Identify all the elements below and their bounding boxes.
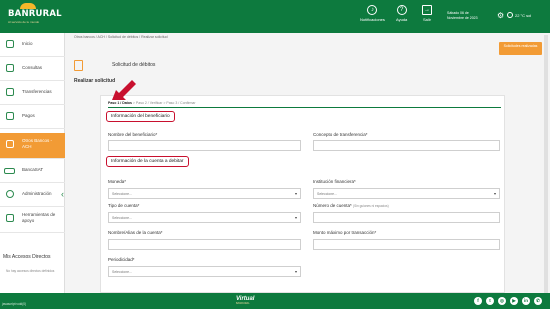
exit-icon: → (422, 5, 432, 15)
main-content: Otros bancos / ACH / Solicitud de débito… (70, 33, 548, 294)
shortcuts-title[interactable]: Mis Accesos Directos (3, 254, 51, 260)
periodicity-label: Periodicidad* (108, 257, 135, 262)
breadcrumb[interactable]: Otros bancos / ACH / Solicitud de débito… (74, 35, 168, 39)
transfer-concept-label: Concepto de transferencia* (313, 132, 368, 137)
sidebar-item-pagos[interactable]: Pagos (0, 105, 65, 129)
sidebar-item-bancasat[interactable]: BancaSAT (0, 159, 65, 183)
sidebar-item-label: Administración (22, 191, 52, 196)
admin-user-icon (6, 190, 14, 198)
document-icon (74, 60, 83, 71)
account-number-hint: (Sin guiones ni espacios) (353, 204, 389, 208)
banrural-logo[interactable]: BANRURAL Al servicio de tu mundo (8, 3, 62, 26)
step-indicator: Paso 1 / Datos > Paso 2 / Verificar > Pa… (108, 101, 196, 105)
beneficiary-name-label: Nombre del beneficiario* (108, 132, 158, 137)
status-url: javascript:void(0) (2, 302, 27, 306)
youtube-icon[interactable]: ▶ (510, 297, 518, 305)
question-icon: ? (396, 5, 407, 15)
sidebar-item-herramientas[interactable]: Herramientas de apoyo (0, 207, 65, 233)
sidebar-item-label: Otros Bancos - ACH (22, 138, 53, 149)
remaining-steps: > Paso 2 / Verificar > Paso 3 / Confirma… (131, 101, 196, 105)
sidebar-item-label: Herramientas de apoyo (22, 212, 56, 223)
requests-made-button[interactable]: Solicitudes realizadas (499, 42, 542, 55)
sidebar-item-otros-bancos[interactable]: Otros Bancos - ACH (0, 133, 65, 159)
institution-select-value: Seleccione... (317, 192, 338, 196)
institution-label: Institución financiera* (313, 179, 356, 184)
help-button[interactable]: ? Ayuda (396, 5, 407, 22)
page-title: Solicitud de débitos (112, 62, 156, 68)
notifications-button[interactable]: ♪ Notificaciones (360, 5, 385, 22)
sidebar-item-inicio[interactable]: Inicio (0, 33, 65, 57)
steps-divider (108, 107, 501, 108)
transfer-icon (6, 88, 14, 96)
sidebar-item-label: Transferencias (22, 89, 52, 94)
currency-label: Moneda* (108, 179, 127, 184)
weather-icon (507, 12, 513, 18)
tools-icon (6, 214, 14, 222)
max-amount-label: Monto máximo por transacción* (313, 230, 377, 235)
header-date: Sábado 06 de Noviembre de 2023 (447, 11, 478, 20)
beneficiary-heading: Información del beneficiario (106, 111, 175, 122)
page-scrollbar[interactable] (544, 35, 548, 294)
temperature-label: 22 °C sol (515, 13, 532, 18)
footer-brand-tag: BANRURAL (236, 302, 250, 305)
chevron-down-icon: ▾ (493, 191, 496, 196)
top-header: BANRURAL Al servicio de tu mundo ♪ Notif… (0, 0, 550, 33)
facebook-icon[interactable]: f (474, 297, 482, 305)
sidebar: Inicio Consultas Transferencias Pagos Ge… (0, 33, 65, 294)
sat-logo-icon (4, 168, 15, 174)
date-line-2: Noviembre de 2023 (447, 15, 478, 20)
footer-brand: Virtual BANRURAL (236, 296, 254, 305)
footer: javascript:void(0) Virtual BANRURAL f t … (0, 293, 550, 309)
currency-select-value: Seleccione... (112, 192, 133, 196)
exit-label: Salir (422, 17, 431, 22)
red-arrow-icon (112, 80, 136, 100)
linkedin-icon[interactable]: in (522, 297, 530, 305)
sidebar-collapse-chevron-icon[interactable]: ‹ (61, 189, 64, 199)
max-amount-input[interactable] (313, 239, 500, 250)
whatsapp-icon[interactable]: ✆ (534, 297, 542, 305)
account-number-label-text: Número de cuenta* (313, 203, 352, 208)
section-title: Realizar solicitud (74, 78, 116, 84)
bank-icon (6, 140, 14, 148)
current-step: Paso 1 / Datos (108, 101, 132, 105)
account-type-select[interactable]: Seleccione... ▾ (108, 212, 301, 223)
sidebar-item-label: BancaSAT (22, 167, 44, 172)
institution-select[interactable]: Seleccione... ▾ (313, 188, 500, 199)
periodicity-select-value: Seleccione... (112, 270, 133, 274)
shortcuts-empty-note: No hay accesos directos definidos (6, 269, 55, 273)
logo-tagline: Al servicio de tu mundo (8, 20, 40, 24)
beneficiary-name-input[interactable] (108, 140, 301, 151)
twitter-icon[interactable]: t (486, 297, 494, 305)
sidebar-item-label: Inicio (22, 41, 33, 46)
notifications-label: Notificaciones (360, 17, 385, 22)
exit-button[interactable]: → Salir (422, 5, 432, 22)
transfer-concept-input[interactable] (313, 140, 500, 151)
chevron-down-icon: ▾ (294, 191, 297, 196)
account-number-input[interactable] (313, 212, 500, 223)
chevron-down-icon: ▾ (294, 269, 297, 274)
home-icon (6, 40, 14, 48)
help-label: Ayuda (396, 17, 408, 22)
sidebar-item-transferencias[interactable]: Transferencias (0, 81, 65, 105)
account-type-select-value: Seleccione... (112, 216, 133, 220)
search-doc-icon (6, 64, 14, 72)
account-type-label: Tipo de cuenta* (108, 203, 140, 208)
sidebar-item-administracion[interactable]: Administración (0, 183, 65, 207)
bell-icon: ♪ (367, 5, 378, 15)
instagram-icon[interactable]: ◎ (498, 297, 506, 305)
currency-select[interactable]: Seleccione... ▾ (108, 188, 301, 199)
payment-icon (6, 112, 14, 120)
sidebar-item-consultas[interactable]: Consultas (0, 57, 65, 81)
form-card: Paso 1 / Datos > Paso 2 / Verificar > Pa… (100, 80, 505, 293)
sidebar-item-label: Pagos (22, 113, 35, 118)
account-name-input[interactable] (108, 239, 301, 250)
sidebar-item-label: Consultas (22, 65, 43, 70)
logo-name: BANRURAL (8, 9, 62, 19)
periodicity-select[interactable]: Seleccione... ▾ (108, 266, 301, 277)
account-number-label: Número de cuenta* (Sin guiones ni espaci… (313, 203, 389, 208)
account-heading: Información de la cuenta a debitar (106, 156, 189, 167)
chevron-down-icon: ▾ (294, 215, 297, 220)
account-name-label: Nombre/Alias de la cuenta* (108, 230, 163, 235)
settings-gear-icon[interactable]: ⚙ (497, 11, 504, 20)
